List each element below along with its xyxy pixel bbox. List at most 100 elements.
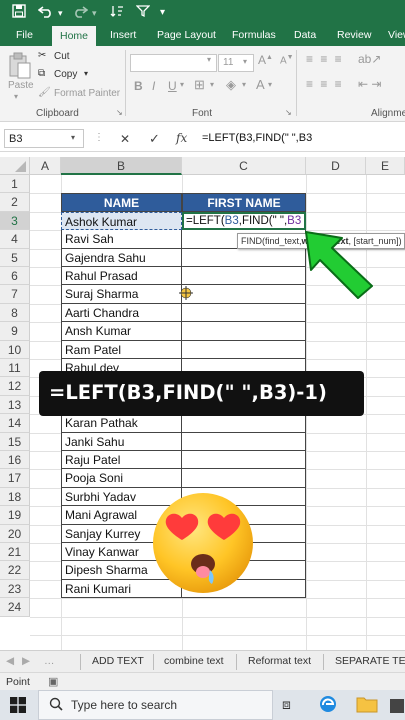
sort-icon[interactable] bbox=[110, 4, 124, 21]
underline-button[interactable]: U bbox=[168, 79, 177, 93]
row-header-9[interactable]: 9 bbox=[0, 322, 30, 341]
decrease-font-icon[interactable]: A▼ bbox=[280, 54, 294, 66]
first-name-cell[interactable] bbox=[182, 451, 306, 470]
active-cell-editor[interactable]: =LEFT(B3,FIND(" ",B3 bbox=[182, 211, 306, 231]
clipboard-launcher-icon[interactable]: ↘ bbox=[116, 108, 123, 117]
redo-dropdown-icon[interactable]: ▾ bbox=[92, 8, 97, 19]
format-painter-icon[interactable]: 🖌 bbox=[38, 87, 51, 98]
align-horizontal-icons[interactable]: ≡ ≡ ≡ bbox=[306, 77, 344, 91]
tab-data[interactable]: Data bbox=[294, 29, 316, 41]
tab-home[interactable]: Home bbox=[52, 26, 97, 46]
copy-dropdown-icon[interactable]: ▾ bbox=[84, 69, 88, 78]
sheet-tab-separate-text[interactable]: SEPARATE TEXT bbox=[335, 655, 405, 667]
format-painter-label[interactable]: Format Painter bbox=[54, 88, 120, 99]
name-cell[interactable]: Rahul Prasad bbox=[61, 267, 182, 286]
row-header-8[interactable]: 8 bbox=[0, 303, 30, 323]
row-header-10[interactable]: 10 bbox=[0, 340, 30, 359]
increase-font-icon[interactable]: A▲ bbox=[258, 53, 273, 67]
row-header-2[interactable]: 2 bbox=[0, 193, 30, 212]
table-header-first-name[interactable]: FIRST NAME bbox=[182, 193, 306, 212]
undo-icon[interactable] bbox=[37, 4, 54, 21]
name-cell[interactable]: Raju Patel bbox=[61, 451, 182, 470]
tab-view[interactable]: View bbox=[388, 29, 405, 41]
fill-color-icon[interactable]: ◈ bbox=[226, 77, 236, 93]
fx-icon[interactable]: fx bbox=[176, 131, 187, 145]
select-all-corner[interactable] bbox=[0, 157, 30, 175]
enter-icon[interactable]: ✓ bbox=[149, 131, 160, 147]
name-box[interactable]: B3 ▾ bbox=[4, 129, 84, 148]
name-cell[interactable]: Janki Sahu bbox=[61, 432, 182, 451]
name-box-dropdown-icon[interactable]: ▾ bbox=[71, 133, 75, 142]
font-color-icon[interactable]: A bbox=[256, 77, 265, 92]
row-header-3[interactable]: 3 bbox=[0, 211, 30, 231]
first-name-cell[interactable] bbox=[182, 303, 306, 323]
column-header-d[interactable]: D bbox=[306, 157, 366, 175]
task-view-icon[interactable]: ⧈ bbox=[282, 696, 291, 713]
cancel-icon[interactable]: ✕ bbox=[120, 132, 130, 146]
row-header-24[interactable]: 24 bbox=[0, 598, 30, 617]
taskbar-search-box[interactable]: Type here to search bbox=[38, 690, 273, 720]
row-header-16[interactable]: 16 bbox=[0, 451, 30, 470]
paste-icon[interactable] bbox=[8, 52, 32, 83]
paste-label[interactable]: Paste bbox=[8, 80, 34, 91]
more-sheets-icon[interactable]: … bbox=[44, 655, 55, 667]
prev-sheet-icon[interactable]: ◀ bbox=[6, 655, 14, 667]
font-size-box[interactable]: 11 ▾ bbox=[218, 54, 254, 72]
name-cell[interactable]: Pooja Soni bbox=[61, 469, 182, 488]
font-family-box[interactable] bbox=[130, 54, 217, 72]
first-name-cell[interactable] bbox=[182, 285, 306, 304]
undo-dropdown-icon[interactable]: ▾ bbox=[58, 8, 63, 19]
font-size-dropdown-icon[interactable]: ▾ bbox=[243, 57, 247, 66]
first-name-cell[interactable] bbox=[182, 469, 306, 488]
name-cell[interactable]: Gajendra Sahu bbox=[61, 248, 182, 267]
row-header-14[interactable]: 14 bbox=[0, 414, 30, 433]
align-top-icons[interactable]: ≡ ≡ ≡ bbox=[306, 52, 344, 66]
tab-review[interactable]: Review bbox=[337, 29, 371, 41]
formula-input[interactable]: =LEFT(B3,FIND(" ",B3 bbox=[198, 129, 405, 148]
first-name-cell[interactable] bbox=[182, 322, 306, 341]
font-family-dropdown-icon[interactable]: ▾ bbox=[207, 55, 211, 64]
edge-browser-icon[interactable] bbox=[318, 694, 338, 717]
row-header-21[interactable]: 21 bbox=[0, 543, 30, 562]
underline-dropdown-icon[interactable]: ▾ bbox=[180, 80, 184, 89]
next-sheet-icon[interactable]: ▶ bbox=[22, 655, 30, 667]
paste-dropdown-icon[interactable]: ▾ bbox=[14, 92, 18, 101]
name-cell[interactable]: Ashok Kumar bbox=[61, 211, 182, 231]
name-cell[interactable]: Ram Patel bbox=[61, 340, 182, 359]
row-header-13[interactable]: 13 bbox=[0, 395, 30, 415]
row-header-7[interactable]: 7 bbox=[0, 285, 30, 304]
customize-toolbar-icon[interactable]: ▾ bbox=[160, 7, 165, 18]
tab-file[interactable]: File bbox=[16, 29, 33, 41]
indent-icons[interactable]: ⇤ ⇥ bbox=[358, 77, 381, 91]
macro-record-icon[interactable]: ▣ bbox=[48, 675, 58, 688]
orientation-icon[interactable]: ab↗ bbox=[358, 52, 381, 66]
first-name-cell[interactable] bbox=[182, 267, 306, 286]
name-cell[interactable]: Suraj Sharma bbox=[61, 285, 182, 304]
font-color-dropdown-icon[interactable]: ▾ bbox=[268, 80, 272, 89]
row-header-12[interactable]: 12 bbox=[0, 377, 30, 396]
name-cell[interactable]: Aarti Chandra bbox=[61, 303, 182, 323]
row-header-19[interactable]: 19 bbox=[0, 506, 30, 525]
name-cell[interactable]: Ravi Sah bbox=[61, 230, 182, 249]
borders-dropdown-icon[interactable]: ▾ bbox=[210, 80, 214, 89]
row-header-6[interactable]: 6 bbox=[0, 267, 30, 286]
font-launcher-icon[interactable]: ↘ bbox=[285, 108, 292, 117]
filter-icon[interactable] bbox=[135, 4, 151, 21]
name-cell[interactable]: Ansh Kumar bbox=[61, 322, 182, 341]
file-explorer-icon[interactable] bbox=[356, 695, 378, 716]
column-header-b[interactable]: B bbox=[61, 157, 182, 175]
row-header-1[interactable]: 1 bbox=[0, 175, 30, 194]
column-header-a[interactable]: A bbox=[30, 157, 61, 175]
column-header-c[interactable]: C bbox=[182, 157, 306, 175]
row-header-17[interactable]: 17 bbox=[0, 469, 30, 488]
copy-icon[interactable]: ⧉ bbox=[38, 68, 45, 79]
first-name-cell[interactable] bbox=[182, 230, 306, 249]
copy-label[interactable]: Copy bbox=[54, 69, 77, 80]
bold-button[interactable]: B bbox=[134, 79, 143, 93]
cut-label[interactable]: Cut bbox=[54, 51, 70, 62]
column-header-e[interactable]: E bbox=[366, 157, 405, 175]
tab-page-layout[interactable]: Page Layout bbox=[157, 29, 216, 41]
row-header-20[interactable]: 20 bbox=[0, 524, 30, 543]
first-name-cell[interactable] bbox=[182, 432, 306, 451]
tab-insert[interactable]: Insert bbox=[110, 29, 136, 41]
